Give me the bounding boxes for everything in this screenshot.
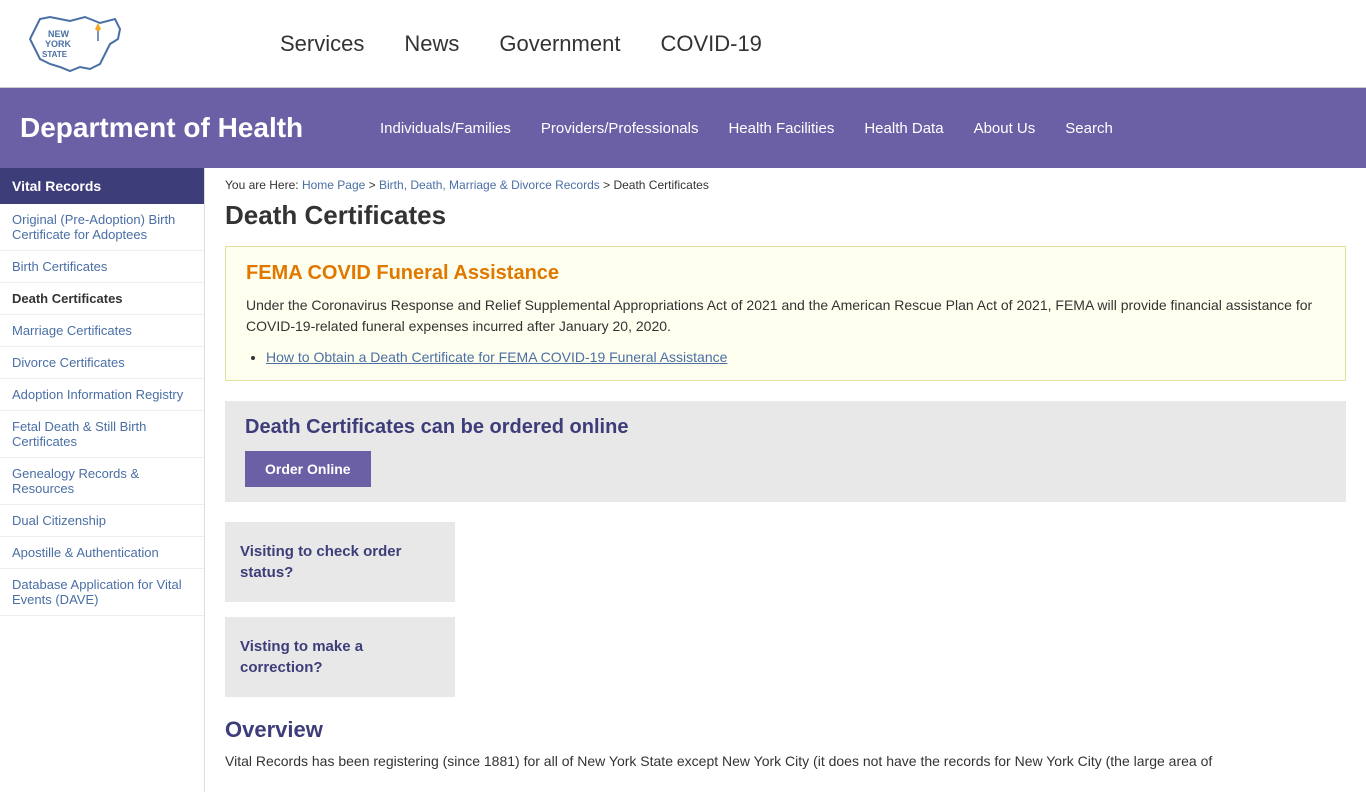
order-section: Death Certificates can be ordered online… bbox=[225, 401, 1346, 502]
cards-section: Visiting to check order status? Visting … bbox=[225, 522, 465, 697]
breadcrumb-bdm[interactable]: Birth, Death, Marriage & Divorce Records bbox=[379, 178, 600, 192]
department-header: Department of Health Individuals/Familie… bbox=[0, 88, 1366, 168]
department-nav: Individuals/Families Providers/Professio… bbox=[380, 120, 1113, 137]
order-online-button[interactable]: Order Online bbox=[245, 451, 371, 487]
sidebar-adoption-registry[interactable]: Adoption Information Registry bbox=[0, 379, 204, 411]
sidebar-genealogy[interactable]: Genealogy Records & Resources bbox=[0, 458, 204, 505]
sidebar-divorce-certs[interactable]: Divorce Certificates bbox=[0, 347, 204, 379]
breadcrumb-prefix: You are Here: bbox=[225, 178, 299, 192]
department-title: Department of Health bbox=[20, 112, 320, 144]
nav-search[interactable]: Search bbox=[1065, 120, 1113, 137]
sidebar-birth-certs[interactable]: Birth Certificates bbox=[0, 251, 204, 283]
overview-text: Vital Records has been registering (sinc… bbox=[225, 751, 1346, 772]
nav-services[interactable]: Services bbox=[280, 31, 364, 57]
svg-text:STATE: STATE bbox=[42, 50, 68, 59]
fema-links: How to Obtain a Death Certificate for FE… bbox=[266, 349, 1325, 365]
nav-health-data[interactable]: Health Data bbox=[864, 120, 943, 137]
sidebar-dual-citizenship[interactable]: Dual Citizenship bbox=[0, 505, 204, 537]
sidebar-apostille[interactable]: Apostille & Authentication bbox=[0, 537, 204, 569]
check-order-card: Visiting to check order status? bbox=[225, 522, 455, 602]
nav-about-us[interactable]: About Us bbox=[974, 120, 1036, 137]
overview-title: Overview bbox=[225, 717, 1346, 743]
check-order-link[interactable]: Visiting to check order status? bbox=[240, 541, 440, 583]
breadcrumb-home[interactable]: Home Page bbox=[302, 178, 365, 192]
page-title: Death Certificates bbox=[225, 200, 1346, 231]
logo-area: NEW YORK STATE bbox=[20, 9, 220, 79]
nav-news[interactable]: News bbox=[404, 31, 459, 57]
svg-text:NEW: NEW bbox=[48, 29, 70, 39]
breadcrumb-current: Death Certificates bbox=[613, 178, 708, 192]
fema-box: FEMA COVID Funeral Assistance Under the … bbox=[225, 246, 1346, 381]
breadcrumb-sep1: > bbox=[369, 178, 379, 192]
sidebar-pre-adoption[interactable]: Original (Pre-Adoption) Birth Certificat… bbox=[0, 204, 204, 251]
ny-state-logo: NEW YORK STATE bbox=[20, 9, 140, 79]
top-navigation: NEW YORK STATE Services News Government … bbox=[0, 0, 1366, 88]
main-content: You are Here: Home Page > Birth, Death, … bbox=[205, 168, 1366, 792]
nav-providers-professionals[interactable]: Providers/Professionals bbox=[541, 120, 699, 137]
fema-text: Under the Coronavirus Response and Relie… bbox=[246, 295, 1325, 337]
make-correction-card: Visting to make a correction? bbox=[225, 617, 455, 697]
breadcrumb: You are Here: Home Page > Birth, Death, … bbox=[225, 178, 1346, 192]
breadcrumb-sep2: > bbox=[603, 178, 613, 192]
nav-health-facilities[interactable]: Health Facilities bbox=[728, 120, 834, 137]
main-layout: Vital Records Original (Pre-Adoption) Bi… bbox=[0, 168, 1366, 792]
order-title: Death Certificates can be ordered online bbox=[245, 416, 1326, 439]
top-nav-links: Services News Government COVID-19 bbox=[280, 31, 762, 57]
nav-individuals-families[interactable]: Individuals/Families bbox=[380, 120, 511, 137]
sidebar-fetal-death[interactable]: Fetal Death & Still Birth Certificates bbox=[0, 411, 204, 458]
nav-government[interactable]: Government bbox=[499, 31, 620, 57]
sidebar-dave[interactable]: Database Application for Vital Events (D… bbox=[0, 569, 204, 616]
nav-covid19[interactable]: COVID-19 bbox=[660, 31, 761, 57]
sidebar-title: Vital Records bbox=[0, 168, 204, 204]
fema-title: FEMA COVID Funeral Assistance bbox=[246, 262, 1325, 285]
make-correction-link[interactable]: Visting to make a correction? bbox=[240, 636, 440, 678]
sidebar: Vital Records Original (Pre-Adoption) Bi… bbox=[0, 168, 205, 792]
svg-text:YORK: YORK bbox=[45, 39, 72, 49]
sidebar-marriage-certs[interactable]: Marriage Certificates bbox=[0, 315, 204, 347]
fema-link[interactable]: How to Obtain a Death Certificate for FE… bbox=[266, 349, 727, 365]
sidebar-death-certs[interactable]: Death Certificates bbox=[0, 283, 204, 315]
